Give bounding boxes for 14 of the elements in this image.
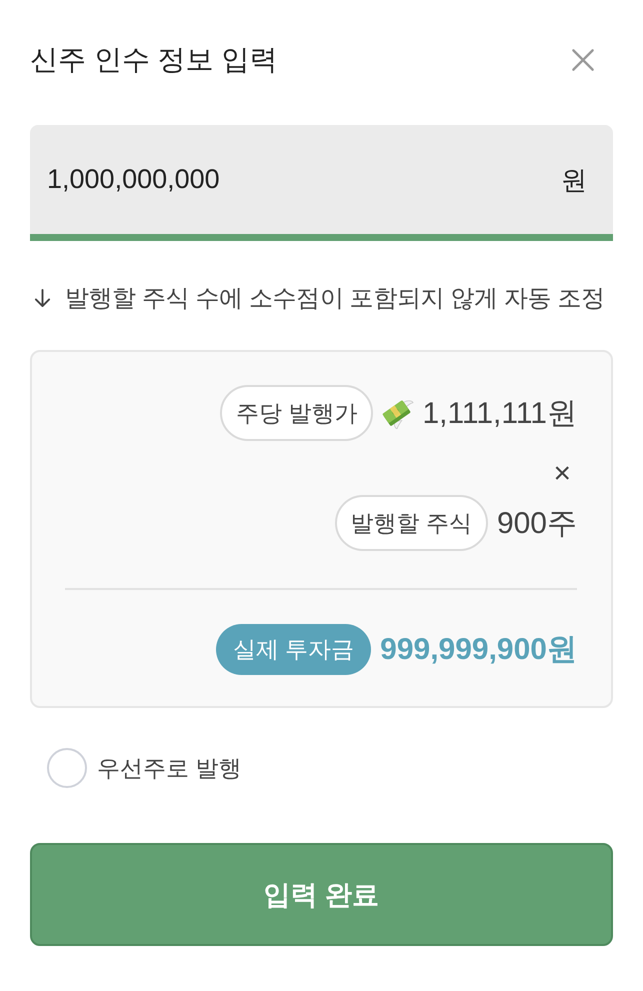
investment-label: 실제 투자금 [216, 624, 372, 675]
down-arrow-icon [34, 288, 51, 308]
price-value: 1,111,111원 [422, 396, 577, 432]
radio-label[interactable]: 우선주로 발행 [97, 752, 242, 784]
radio-button[interactable] [47, 748, 87, 788]
price-label: 주당 발행가 [220, 385, 374, 441]
multiply-sign: × [553, 459, 572, 489]
shares-value: 900주 [496, 506, 577, 542]
close-icon [571, 48, 595, 72]
shares-label: 발행할 주식 [334, 495, 488, 551]
hint-text: 발행할 주식 수에 소수점이 포함되지 않게 자동 조정 [65, 284, 604, 314]
investment-value: 999,999,900원 [380, 632, 577, 668]
currency-unit: 원 [561, 165, 587, 195]
dialog-title: 신주 인수 정보 입력 [30, 43, 278, 77]
